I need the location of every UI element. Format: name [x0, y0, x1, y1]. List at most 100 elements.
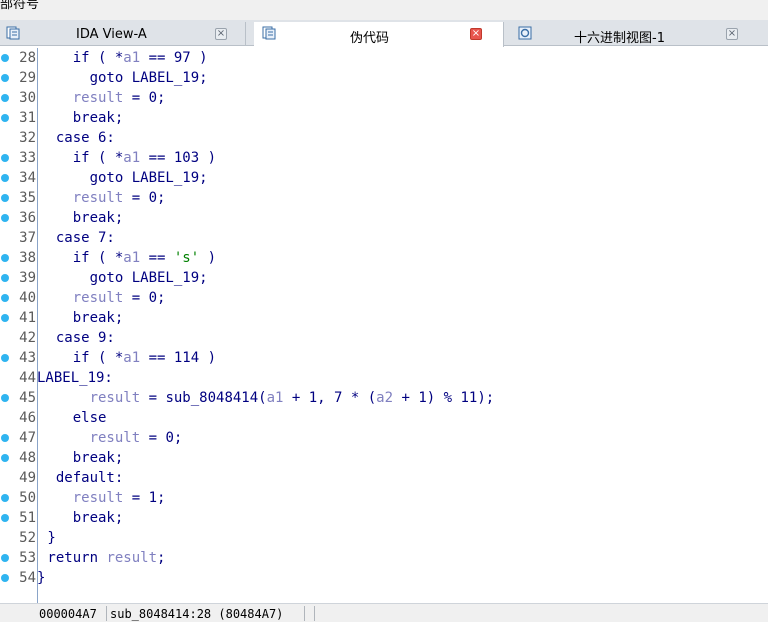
- breakpoint-dot-icon[interactable]: [1, 354, 9, 362]
- code-token: }: [39, 530, 56, 546]
- line-number: 28: [19, 50, 36, 66]
- code-line[interactable]: 28 if ( *a1 == 97 ): [0, 48, 768, 68]
- pseudocode-view[interactable]: 28 if ( *a1 == 97 ) 29 goto LABEL_19; 30 r…: [0, 48, 768, 603]
- breakpoint-dot-icon[interactable]: [1, 154, 9, 162]
- breakpoint-dot-icon[interactable]: [1, 194, 9, 202]
- code-line[interactable]: 33 if ( *a1 == 103 ): [0, 148, 768, 168]
- breakpoint-dot-icon[interactable]: [1, 114, 9, 122]
- code-token: = 0;: [123, 90, 166, 106]
- code-text: result = 1;: [39, 488, 166, 508]
- code-line[interactable]: 41 break;: [0, 308, 768, 328]
- breakpoint-dot-icon[interactable]: [1, 454, 9, 462]
- code-token: break;: [39, 310, 124, 326]
- breakpoint-dot-icon[interactable]: [1, 514, 9, 522]
- code-token: case 7:: [39, 230, 115, 246]
- code-line[interactable]: 46 else: [0, 408, 768, 428]
- code-text: LABEL_19:: [37, 368, 113, 388]
- breakpoint-dot-icon[interactable]: [1, 434, 9, 442]
- code-line[interactable]: 34 goto LABEL_19;: [0, 168, 768, 188]
- code-line[interactable]: 48 break;: [0, 448, 768, 468]
- code-line[interactable]: 36 break;: [0, 208, 768, 228]
- status-location: sub_8048414:28 (80484A7): [110, 607, 284, 621]
- breakpoint-dot-icon[interactable]: [1, 394, 9, 402]
- code-line[interactable]: 29 goto LABEL_19;: [0, 68, 768, 88]
- status-separator: [106, 606, 107, 621]
- variable-token: a1: [123, 250, 141, 266]
- line-number: 36: [19, 210, 36, 226]
- code-token: break;: [39, 450, 124, 466]
- line-number: 44: [19, 370, 36, 386]
- close-icon[interactable]: ×: [215, 28, 227, 40]
- breakpoint-dot-icon[interactable]: [1, 274, 9, 282]
- code-line[interactable]: 44 LABEL_19:: [0, 368, 768, 388]
- line-number: 53: [19, 550, 36, 566]
- breakpoint-dot-icon[interactable]: [1, 254, 9, 262]
- code-line[interactable]: 43 if ( *a1 == 114 ): [0, 348, 768, 368]
- breakpoint-dot-icon[interactable]: [1, 94, 9, 102]
- code-text: default:: [39, 468, 123, 488]
- code-text: break;: [39, 448, 124, 468]
- code-line[interactable]: 39 goto LABEL_19;: [0, 268, 768, 288]
- code-line[interactable]: 45 result = sub_8048414(a1 + 1, 7 * (a2 …: [0, 388, 768, 408]
- breakpoint-dot-icon[interactable]: [1, 54, 9, 62]
- tab-ida-view-a[interactable]: IDA View-A ×: [0, 22, 246, 46]
- line-number: 34: [19, 170, 36, 186]
- code-line[interactable]: 30 result = 0;: [0, 88, 768, 108]
- tab-pseudocode[interactable]: 伪代码 ×: [254, 22, 504, 47]
- close-icon[interactable]: ×: [470, 28, 482, 40]
- code-line[interactable]: 54}: [0, 568, 768, 588]
- line-number: 47: [19, 430, 36, 446]
- code-text: break;: [39, 208, 124, 228]
- variable-token: result: [89, 390, 141, 406]
- breakpoint-dot-icon[interactable]: [1, 494, 9, 502]
- variable-token: result: [72, 290, 124, 306]
- line-number: 46: [19, 410, 36, 426]
- code-text: goto LABEL_19;: [39, 68, 208, 88]
- code-line[interactable]: 52 }: [0, 528, 768, 548]
- variable-token: a2: [376, 390, 394, 406]
- breakpoint-dot-icon[interactable]: [1, 574, 9, 582]
- code-line[interactable]: 53 return result;: [0, 548, 768, 568]
- code-token: + 1) % 11);: [393, 390, 495, 406]
- code-line[interactable]: 37 case 7:: [0, 228, 768, 248]
- code-line[interactable]: 31 break;: [0, 108, 768, 128]
- breakpoint-dot-icon[interactable]: [1, 174, 9, 182]
- code-line[interactable]: 47 result = 0;: [0, 428, 768, 448]
- code-token: + 1, 7 * (: [283, 390, 377, 406]
- code-line[interactable]: 51 break;: [0, 508, 768, 528]
- variable-token: result: [89, 430, 141, 446]
- code-token: case 9:: [39, 330, 115, 346]
- line-number: 31: [19, 110, 36, 126]
- breakpoint-dot-icon[interactable]: [1, 74, 9, 82]
- code-line[interactable]: 40 result = 0;: [0, 288, 768, 308]
- tab-hex-view-1[interactable]: 十六进制视图-1 ×: [512, 22, 768, 46]
- code-line[interactable]: 49 default:: [0, 468, 768, 488]
- line-number: 42: [19, 330, 36, 346]
- code-token: = sub_8048414(: [140, 390, 267, 406]
- breakpoint-dot-icon[interactable]: [1, 214, 9, 222]
- breakpoint-dot-icon[interactable]: [1, 314, 9, 322]
- code-token: else: [39, 410, 107, 426]
- code-line[interactable]: 38 if ( *a1 == 's' ): [0, 248, 768, 268]
- code-line[interactable]: 32 case 6:: [0, 128, 768, 148]
- hex-view-icon: [518, 26, 532, 40]
- line-number: 38: [19, 250, 36, 266]
- code-token: == 103 ): [140, 150, 217, 166]
- code-line[interactable]: 35 result = 0;: [0, 188, 768, 208]
- line-number: 30: [19, 90, 36, 106]
- code-token: ): [199, 250, 217, 266]
- code-line[interactable]: 42 case 9:: [0, 328, 768, 348]
- code-line[interactable]: 50 result = 1;: [0, 488, 768, 508]
- breakpoint-dot-icon[interactable]: [1, 554, 9, 562]
- line-number: 50: [19, 490, 36, 506]
- breakpoint-dot-icon[interactable]: [1, 294, 9, 302]
- variable-token: a1: [123, 150, 141, 166]
- close-icon[interactable]: ×: [726, 28, 738, 40]
- code-token: return: [39, 550, 107, 566]
- line-number: 41: [19, 310, 36, 326]
- status-bar: 000004A7 sub_8048414:28 (80484A7): [0, 603, 768, 622]
